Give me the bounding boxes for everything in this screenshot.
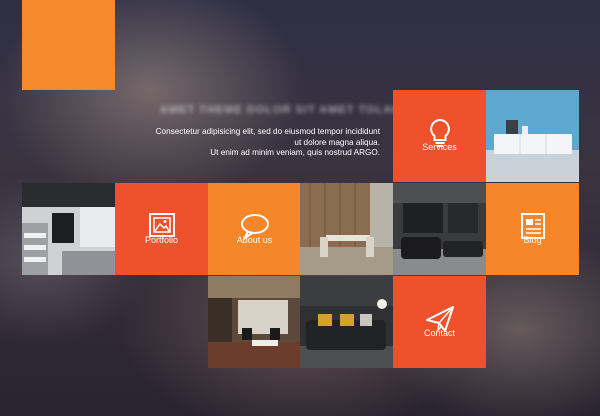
photo-stairs[interactable] <box>22 183 115 275</box>
portfolio-tile[interactable]: Portfolio <box>115 183 208 275</box>
contact-label: Contact <box>423 328 456 338</box>
about-tile[interactable]: About us <box>208 183 301 275</box>
hero-line-2: ut dolore magna aliqua. <box>294 137 380 147</box>
photo-sideboard[interactable] <box>486 90 579 182</box>
about-label: About us <box>236 235 273 245</box>
photo-sofa[interactable] <box>300 276 393 368</box>
hero-headline: AMET THEME DOLOR SIT AMET TOLARE <box>160 104 410 116</box>
hero-line-3: Ut enim ad minim veniam, quis nostrud AR… <box>210 148 380 157</box>
photo-dark-living[interactable] <box>393 183 486 275</box>
services-label: Services <box>422 142 457 152</box>
photo-dining[interactable] <box>300 183 393 275</box>
hero-description: Consectetur adipisicing elit, sed do eiu… <box>150 127 380 159</box>
portfolio-label: Portfolio <box>144 235 179 245</box>
contact-tile[interactable]: Contact <box>393 276 486 368</box>
logo-tile[interactable] <box>22 0 115 90</box>
blog-tile[interactable]: Blog <box>486 183 579 275</box>
services-tile[interactable]: Services <box>393 90 486 182</box>
hero-line-1: Consectetur adipisicing elit, sed do eiu… <box>155 127 380 136</box>
photo-lounge[interactable] <box>208 276 301 368</box>
blog-label: Blog <box>523 235 542 245</box>
